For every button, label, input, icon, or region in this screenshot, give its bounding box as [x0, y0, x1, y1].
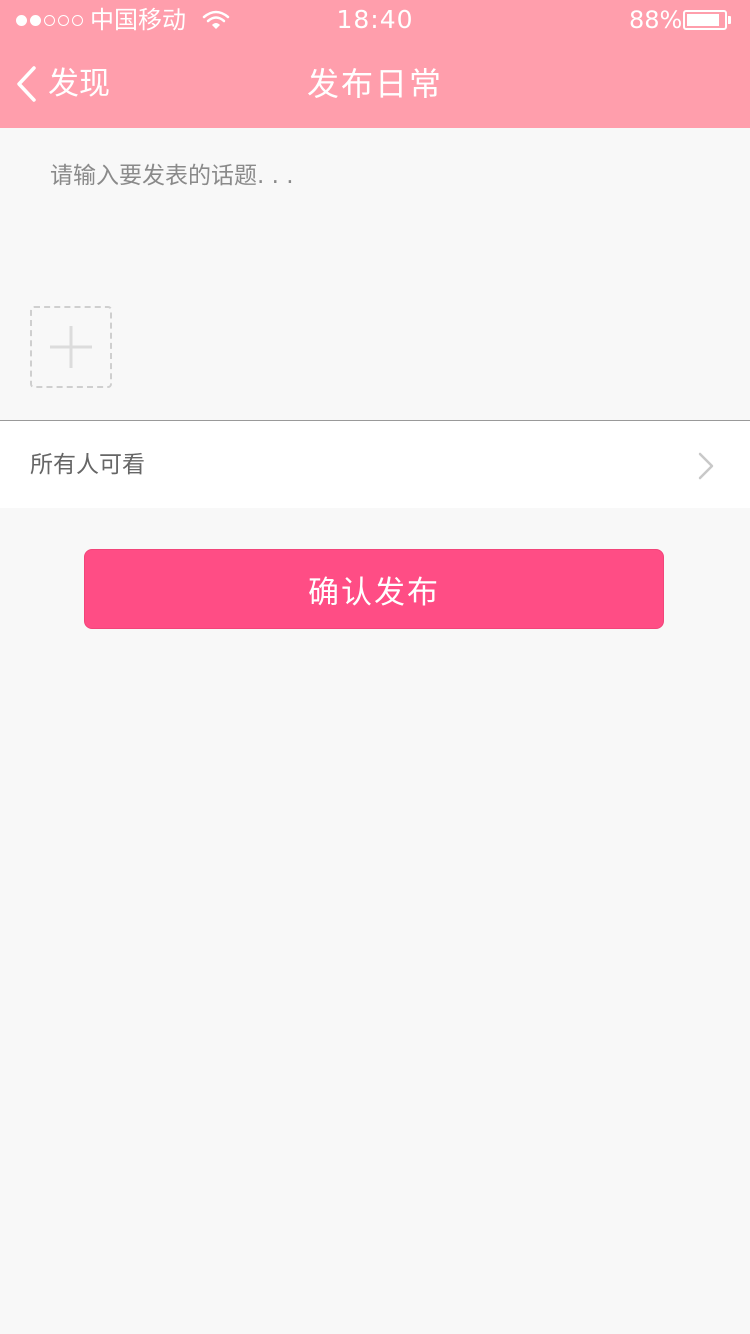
chevron-right-icon — [698, 452, 714, 480]
add-image-button[interactable] — [30, 306, 112, 388]
visibility-label: 所有人可看 — [30, 452, 145, 478]
battery-percentage: 88% — [629, 6, 683, 34]
battery-cap — [728, 16, 731, 24]
visibility-setting-row[interactable]: 所有人可看 — [0, 421, 750, 508]
confirm-publish-button[interactable]: 确认发布 — [84, 549, 664, 629]
topic-input[interactable] — [50, 156, 710, 196]
plus-icon — [50, 326, 92, 368]
header: 中国移动 18:40 88% 发现 发布日常 — [0, 0, 750, 128]
battery-icon — [683, 10, 727, 30]
navigation-bar: 发现 发布日常 — [0, 40, 750, 128]
compose-area — [0, 128, 750, 420]
page-title: 发布日常 — [306, 65, 443, 103]
status-bar: 中国移动 18:40 88% — [0, 0, 750, 40]
